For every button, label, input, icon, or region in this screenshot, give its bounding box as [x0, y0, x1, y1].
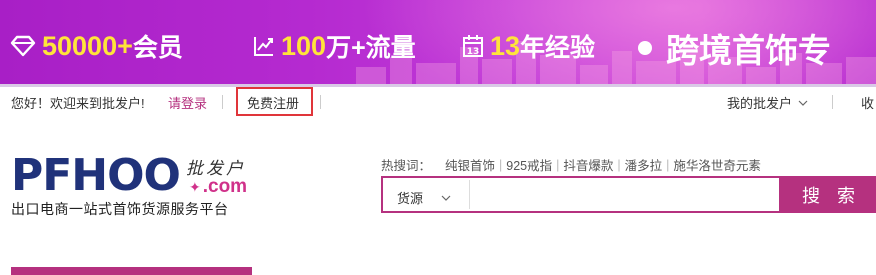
- hot-search-item[interactable]: 潘多拉: [625, 155, 663, 174]
- divider: [832, 95, 833, 109]
- separator: |: [499, 157, 503, 172]
- separator: |: [617, 157, 621, 172]
- divider: [320, 95, 321, 109]
- search-button[interactable]: 搜 索: [781, 176, 876, 213]
- banner-experience: 13 13 年经验: [462, 27, 595, 65]
- diamond-icon: [10, 35, 36, 57]
- divider: [222, 95, 223, 109]
- divider: [469, 180, 470, 209]
- separator: |: [666, 157, 670, 172]
- hot-search-item[interactable]: 纯银首饰: [445, 155, 495, 174]
- logo-wordmark: PFHOO: [11, 150, 181, 201]
- category-nav-bar: [11, 267, 252, 275]
- search-bar: 货源 搜 索: [381, 176, 876, 213]
- banner-experience-text: 年经验: [520, 34, 596, 62]
- banner-headline: 跨境首饰专: [638, 24, 831, 72]
- logo-domain-text: .com: [202, 176, 248, 197]
- banner-members: 50000+ 会员: [10, 27, 183, 65]
- banner-traffic-number: 100: [281, 30, 327, 61]
- bullet-icon: [638, 41, 652, 55]
- chevron-down-icon: [441, 195, 451, 201]
- separator: |: [556, 157, 560, 172]
- logo-slogan: 出口电商一站式首饰货源服务平台: [11, 201, 229, 217]
- sparkle-icon: ✦: [189, 179, 201, 195]
- search-box: 货源: [381, 176, 781, 213]
- hot-search-words: 热搜词： 纯银首饰 | 925戒指 | 抖音爆款 | 潘多拉 | 施华洛世奇元素: [381, 155, 761, 174]
- login-link[interactable]: 请登录: [168, 93, 207, 112]
- site-logo[interactable]: PFHOO 批发户 ✦ .com 出口电商一站式首饰货源服务平台: [11, 152, 251, 222]
- hot-search-label: 热搜词：: [381, 159, 432, 173]
- my-account-menu[interactable]: 我的批发户: [727, 93, 808, 112]
- calendar-icon: 13: [463, 35, 483, 57]
- register-link[interactable]: 免费注册: [247, 93, 299, 112]
- my-account-label: 我的批发户: [727, 96, 793, 111]
- banner-experience-number: 13: [490, 30, 521, 61]
- banner-traffic: 100 万+流量: [253, 27, 416, 65]
- banner-headline-text: 跨境首饰专: [666, 32, 831, 69]
- search-category-label: 货源: [397, 191, 424, 206]
- welcome-text: 您好！欢迎来到批发户!: [11, 96, 145, 111]
- search-input[interactable]: [473, 180, 777, 211]
- promo-banner[interactable]: 50000+ 会员 100 万+流量 13 13 年经验 跨境首饰专: [0, 0, 876, 87]
- trend-chart-icon: [254, 37, 273, 56]
- banner-members-number: 50000+: [42, 30, 133, 61]
- hot-search-item[interactable]: 抖音爆款: [563, 155, 613, 174]
- favorites-link[interactable]: 收: [861, 93, 874, 112]
- svg-text:13: 13: [467, 47, 480, 57]
- banner-traffic-text: 万+流量: [326, 34, 416, 62]
- top-bar: 您好！欢迎来到批发户! 请登录 免费注册 我的批发户 收: [0, 87, 876, 117]
- hot-search-item[interactable]: 施华洛世奇元素: [673, 155, 761, 174]
- banner-members-text: 会员: [132, 34, 183, 62]
- hot-search-item[interactable]: 925戒指: [506, 155, 552, 174]
- logo-domain: ✦ .com: [189, 176, 247, 198]
- chevron-down-icon: [798, 100, 808, 106]
- search-category-select[interactable]: 货源: [397, 188, 451, 207]
